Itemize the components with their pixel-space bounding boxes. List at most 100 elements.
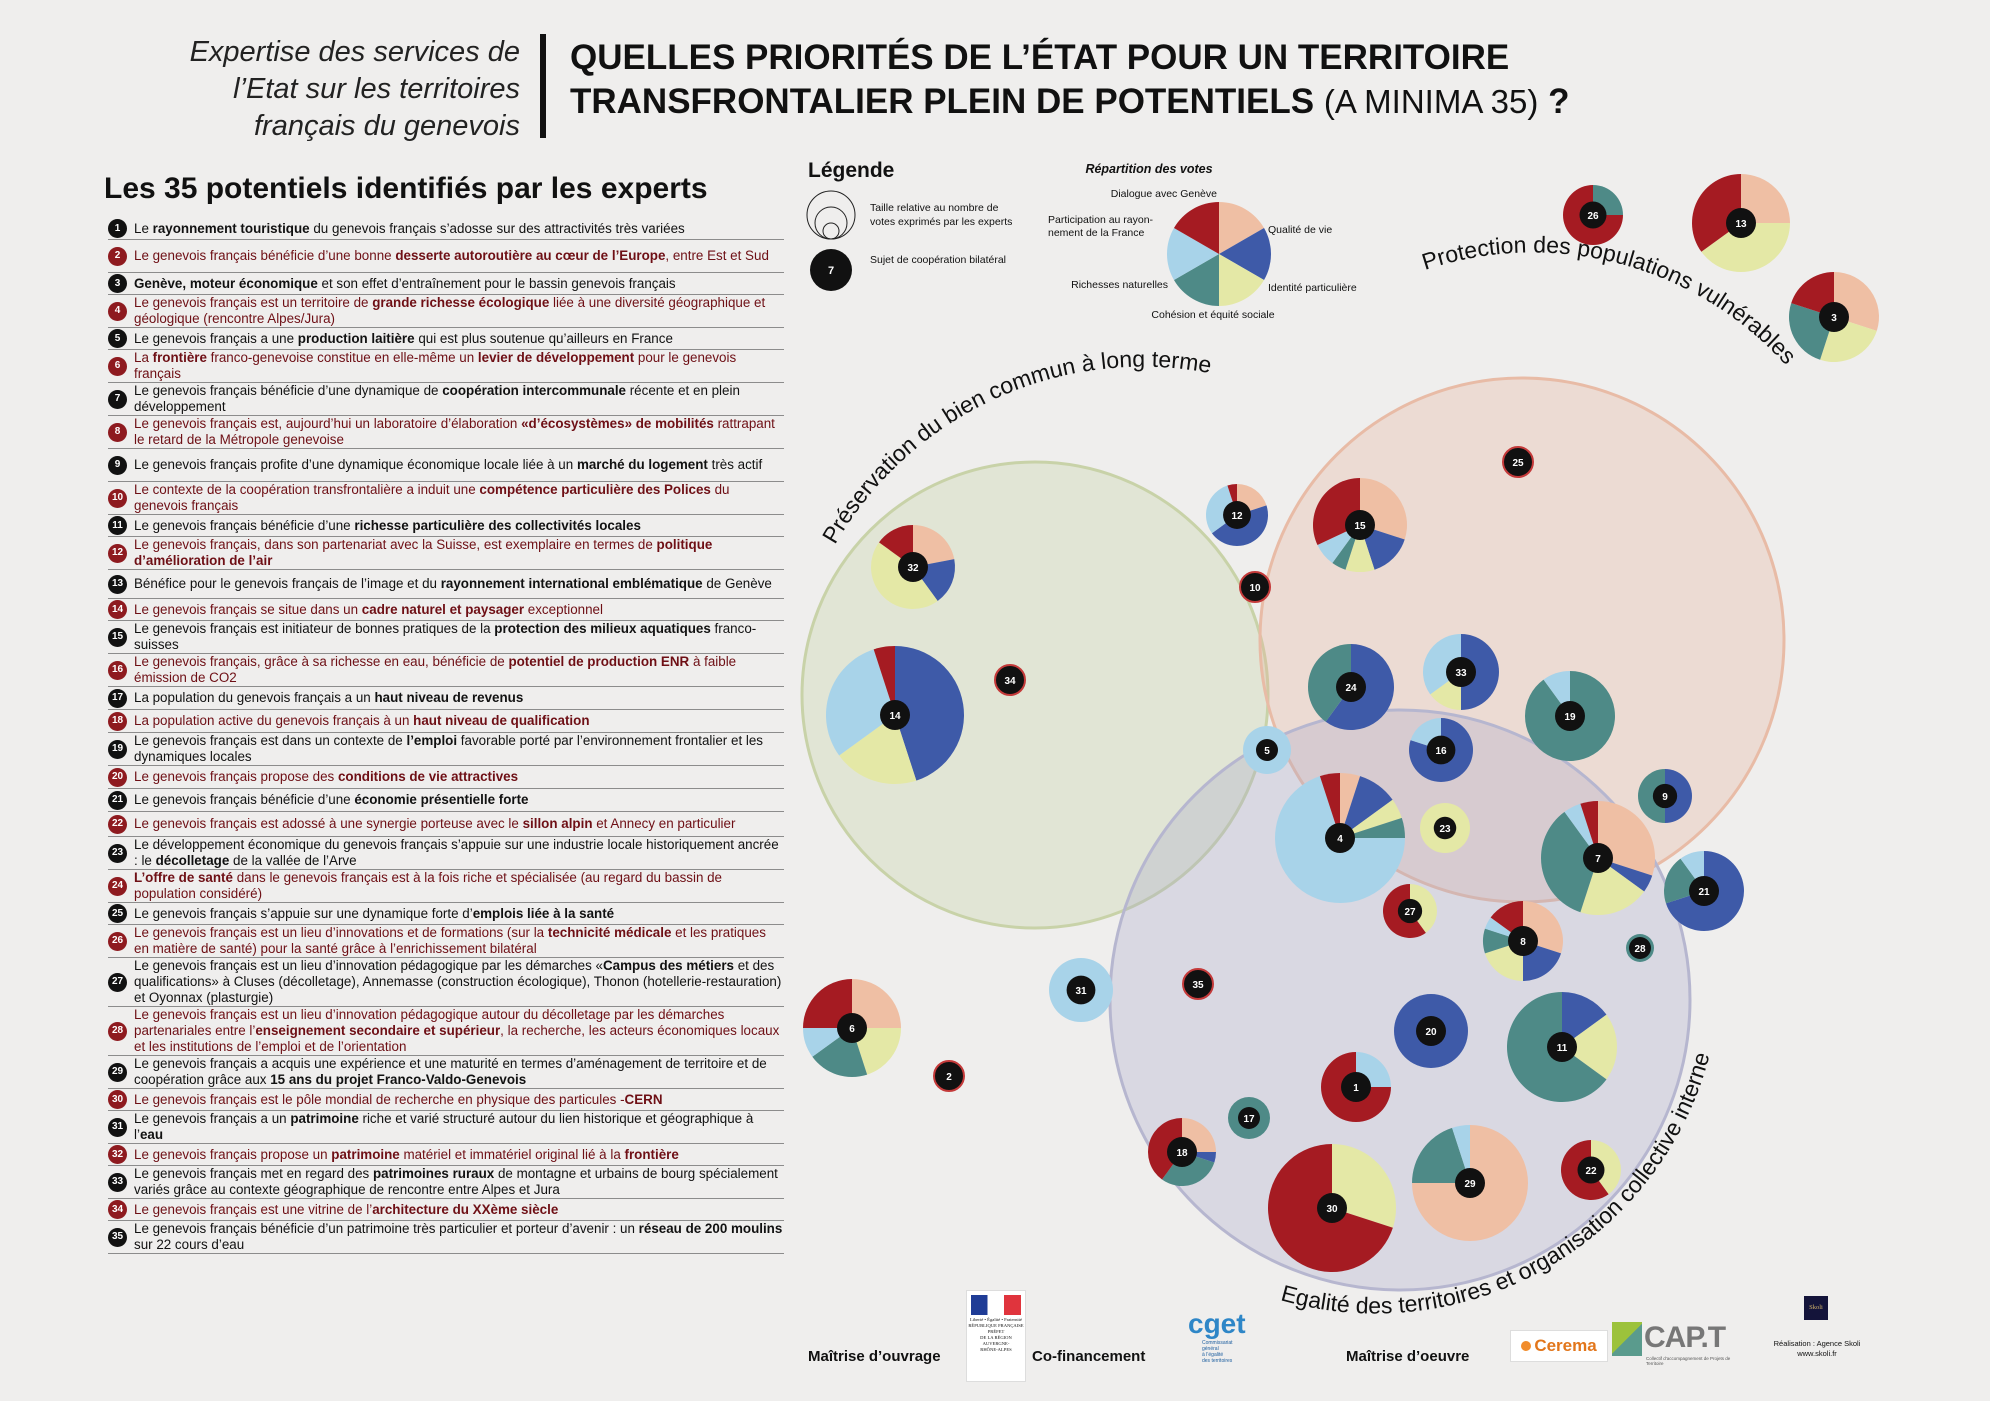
cerema-logo: Cerema [1510,1330,1608,1362]
pie-label: 1 [1353,1083,1359,1094]
pie-label: 20 [1425,1027,1437,1038]
pie-label: 18 [1176,1148,1188,1159]
pie-label: 33 [1455,668,1467,679]
pie-label: 17 [1243,1114,1255,1125]
footer-maitrise-oeuvre: Maîtrise d’oeuvre [1346,1348,1470,1365]
pie-28: 28 [1626,934,1654,962]
pie-2: 2 [933,1060,965,1092]
footer-maitrise-ouvrage: Maîtrise d’ouvrage [808,1348,941,1365]
pie-label: 31 [1075,986,1087,997]
pie-label: 28 [1634,944,1646,955]
cerema-mark-icon [1521,1341,1532,1351]
pie-label: 14 [889,711,901,722]
pie-label: 3 [1831,313,1837,324]
pie-12: 12 [1206,484,1268,546]
pie-7: 7 [1540,801,1656,915]
pie-label: 24 [1345,683,1357,694]
pie-19: 19 [1525,671,1616,762]
pie-label: 25 [1512,458,1524,469]
legend-cat-richesses: Richesses naturelles [1071,279,1168,291]
legend-size-circle-large [806,190,856,240]
legend-size-text: Taille relative au nombre de votes expri… [870,202,1012,228]
pie-label: 12 [1231,511,1243,522]
prefet-logo: Liberté • Égalité • Fraternité RÉPUBLIQUE… [966,1290,1026,1382]
footer-cofinancement: Co-financement [1032,1348,1146,1365]
pie-15: 15 [1313,478,1407,572]
legend-cat-cohesion: Cohésion et équité sociale [1151,309,1274,321]
prefet-logo-text: Liberté • Égalité • Fraternité RÉPUBLIQUE… [968,1317,1024,1352]
pie-label: 27 [1404,907,1416,918]
pie-5: 5 [1243,726,1291,774]
realisation-text: Réalisation : Agence Skoli [1773,1339,1861,1348]
pie-label: 30 [1326,1204,1338,1215]
skoli-wordmark: Skoli [1809,1304,1823,1311]
legend-cat-dialogue: Dialogue avec Genève [1111,188,1217,200]
pie-30: 30 [1268,1144,1397,1272]
pie-label: 2 [946,1072,952,1083]
pie-8: 8 [1483,901,1563,981]
pie-33: 33 [1423,634,1499,710]
pie-label: 5 [1264,746,1270,757]
pie-4: 4 [1275,773,1405,904]
legend-cat-participation: Participation au rayon-nement de la Fran… [1048,214,1154,239]
pie-35: 35 [1182,968,1214,1000]
pie-label: 29 [1464,1179,1476,1190]
legend-size-circle-small [822,222,840,240]
pie-label: 22 [1585,1166,1597,1177]
pie-label: 13 [1735,219,1747,230]
pie-9: 9 [1638,769,1692,823]
pie-10: 10 [1239,571,1271,603]
pie-label: 19 [1564,712,1576,723]
pie-label: 32 [907,563,919,574]
legend-cat-qualite: Qualité de vie [1268,224,1332,236]
pie-11: 11 [1507,992,1617,1102]
pie-label: 7 [1595,854,1601,865]
skoli-credit: Réalisation : Agence Skoli www.skoli.fr [1772,1339,1862,1359]
pie-6: 6 [803,979,901,1078]
pie-label: 34 [1004,676,1016,687]
pie-34: 34 [994,664,1026,696]
legend-title: Légende [808,159,894,182]
venn-diagram: Préservation du bien commun à long terme… [800,159,1879,1319]
pie-label: 9 [1662,792,1668,803]
pie-27: 27 [1383,884,1437,938]
pie-label: 4 [1337,834,1343,845]
cget-wordmark: cget [1188,1308,1246,1339]
pie-20: 20 [1394,994,1468,1068]
pie-label: 6 [849,1024,855,1035]
pie-label: 16 [1435,746,1447,757]
legend-bilateral-sample: 7 [828,265,834,277]
pie-14: 14 [826,646,964,784]
legend-votes-title: Répartition des votes [1085,162,1212,176]
pie-3: 3 [1789,272,1879,362]
pie-31: 31 [1049,958,1113,1022]
cerema-wordmark: Cerema [1534,1336,1597,1355]
capt-logo: CAP.T Collectif d’accompagnement de Proj… [1612,1320,1730,1370]
pie-label: 21 [1698,887,1710,898]
legend-cat-identite: Identité particulière [1268,282,1357,294]
capt-subtitle: Collectif d’accompagnement de Projets de… [1646,1356,1731,1366]
cget-logo: cget Commissariat général à l’égalité des t… [1188,1310,1248,1380]
pie-label: 8 [1520,937,1526,948]
legend: Légende Taille relative au nombre de vot… [806,159,1357,321]
pie-24: 24 [1308,644,1394,730]
pie-13: 13 [1692,173,1790,272]
skoli-url: www.skoli.fr [1797,1349,1837,1358]
pie-17: 17 [1228,1097,1270,1139]
pie-29: 29 [1412,1125,1528,1241]
cget-logo-text: Commissariat général à l’égalité des territ… [1202,1340,1233,1364]
pie-label: 23 [1439,824,1451,835]
pie-label: 10 [1249,583,1261,594]
pie-26: 26 [1563,185,1623,245]
pie-16: 16 [1409,718,1473,782]
legend-votes-pie [1167,202,1272,306]
pie-label: 26 [1587,211,1599,222]
legend-bilateral-text: Sujet de coopération bilatéral [870,254,1006,266]
pie-25: 25 [1502,446,1534,478]
pie-18: 18 [1147,1118,1216,1187]
pie-21: 21 [1664,851,1745,931]
pie-23: 23 [1420,803,1470,853]
pie-label: 11 [1557,1043,1568,1054]
capt-wordmark: CAP.T [1644,1321,1726,1354]
pie-1: 1 [1321,1052,1391,1122]
